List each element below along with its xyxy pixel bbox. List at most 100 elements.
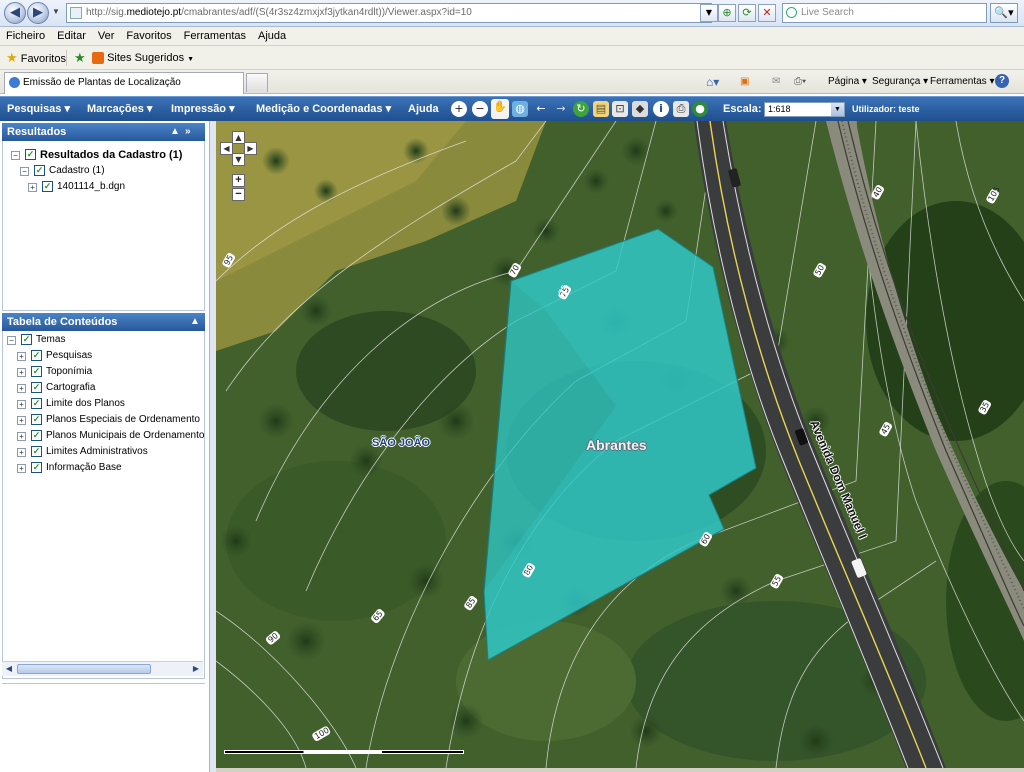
pan-right-icon[interactable]: ▶ bbox=[244, 142, 257, 155]
menu-ajuda-app[interactable]: Ajuda bbox=[408, 97, 439, 121]
pan-hand-icon[interactable]: ✋ bbox=[491, 99, 509, 119]
menu-ver[interactable]: Ver bbox=[92, 27, 121, 45]
tree-item-theme[interactable]: + ✓ Limite dos Planos bbox=[3, 396, 204, 412]
menu-medicao-coordenadas[interactable]: Medição e Coordenadas ▾ bbox=[256, 97, 391, 121]
live-search-input[interactable]: Live Search bbox=[782, 3, 987, 23]
checkbox-icon[interactable]: ✓ bbox=[31, 430, 42, 441]
menu-favoritos[interactable]: Favoritos bbox=[120, 27, 177, 45]
mail-icon[interactable]: ✉ bbox=[772, 74, 780, 90]
compatibility-icon[interactable]: ⊕ bbox=[718, 4, 736, 22]
tree-item-theme[interactable]: + ✓ Informação Base bbox=[3, 460, 204, 476]
tree-item-theme[interactable]: + ✓ Limites Administrativos bbox=[3, 444, 204, 460]
checkbox-icon[interactable]: ✓ bbox=[31, 462, 42, 473]
forward-icon[interactable]: ▶ bbox=[27, 2, 49, 24]
scroll-right-icon[interactable]: ▶ bbox=[190, 663, 202, 675]
tree-item-cadastro[interactable]: − ✓ Cadastro (1) bbox=[3, 163, 203, 179]
scroll-left-icon[interactable]: ◀ bbox=[3, 663, 15, 675]
tree-item-theme[interactable]: + ✓ Pesquisas bbox=[3, 348, 204, 364]
menu-impressao[interactable]: Impressão ▾ bbox=[171, 97, 235, 121]
feeds-icon[interactable]: ▣ bbox=[740, 74, 749, 90]
checkbox-icon[interactable]: ✓ bbox=[42, 181, 53, 192]
expand-icon[interactable]: + bbox=[17, 448, 26, 457]
checkbox-icon[interactable]: ✓ bbox=[31, 414, 42, 425]
refresh-icon[interactable]: ⟳ bbox=[738, 4, 756, 22]
checkbox-icon[interactable]: ✓ bbox=[31, 398, 42, 409]
checkbox-icon[interactable]: ✓ bbox=[31, 382, 42, 393]
menu-marcacoes[interactable]: Marcações ▾ bbox=[87, 97, 152, 121]
refresh-map-icon[interactable]: ↻ bbox=[573, 101, 589, 117]
separator bbox=[66, 50, 67, 66]
zoom-out-button[interactable]: − bbox=[232, 188, 245, 201]
tab-emissao-plantas[interactable]: Emissão de Plantas de Localização bbox=[4, 72, 244, 94]
url-field[interactable]: http://sig.mediotejo.pt/cmabrantes/adf/(… bbox=[66, 3, 712, 23]
help-icon[interactable]: ? bbox=[995, 74, 1009, 88]
expand-icon[interactable]: + bbox=[17, 464, 26, 473]
stop-icon[interactable]: ✕ bbox=[758, 4, 776, 22]
map-view[interactable]: 95 70 75 80 85 65 90 100 60 55 50 45 40 … bbox=[216, 121, 1024, 768]
checkbox-icon[interactable]: ✓ bbox=[34, 165, 45, 176]
info-icon[interactable]: i bbox=[653, 101, 669, 117]
tree-item-results-cadastro[interactable]: − ✓ Resultados da Cadastro (1) bbox=[3, 147, 203, 163]
home-icon[interactable]: ⌂▾ bbox=[706, 74, 719, 90]
favorites-button[interactable]: ★ Favoritos bbox=[6, 50, 66, 67]
browser-address-bar: ◀ ▶ ▼ http://sig.mediotejo.pt/cmabrantes… bbox=[0, 0, 1024, 27]
back-icon[interactable]: ◀ bbox=[4, 2, 26, 24]
expand-icon[interactable]: + bbox=[17, 368, 26, 377]
toc-horizontal-scrollbar[interactable]: ◀ ▶ bbox=[2, 661, 203, 676]
collapse-icon[interactable]: − bbox=[11, 151, 20, 160]
pan-down-icon[interactable]: ▼ bbox=[232, 153, 245, 166]
collapse-icon[interactable]: ▲ bbox=[170, 123, 180, 141]
print-icon[interactable]: ⎙▾ bbox=[794, 74, 806, 90]
tree-item-theme[interactable]: + ✓ Planos Municipais de Ordenamento bbox=[3, 428, 204, 444]
zoom-out-icon[interactable]: − bbox=[472, 101, 488, 117]
collapse-icon[interactable]: ▲ bbox=[190, 313, 200, 331]
scale-value: 1:618 bbox=[768, 104, 791, 114]
expand-panel-icon[interactable]: » bbox=[185, 123, 191, 141]
menu-ajuda[interactable]: Ajuda bbox=[252, 27, 292, 45]
scale-select[interactable]: 1:618 ▼ bbox=[764, 102, 845, 117]
history-dropdown-icon[interactable]: ▼ bbox=[52, 7, 60, 16]
suggested-sites-label: Sites Sugeridos bbox=[107, 52, 185, 64]
checkbox-icon[interactable]: ✓ bbox=[31, 350, 42, 361]
forward-extent-icon[interactable]: → bbox=[553, 101, 569, 117]
tree-item-temas[interactable]: − ✓ Temas bbox=[3, 332, 203, 348]
folder-icon[interactable]: ▤ bbox=[593, 101, 609, 117]
scrollbar-thumb[interactable] bbox=[17, 664, 151, 674]
menu-editar[interactable]: Editar bbox=[51, 27, 92, 45]
tree-item-theme[interactable]: + ✓ Cartografia bbox=[3, 380, 204, 396]
expand-icon[interactable]: + bbox=[17, 352, 26, 361]
add-favorite-icon[interactable]: ★ bbox=[74, 50, 86, 66]
menu-pesquisas[interactable]: Pesquisas ▾ bbox=[7, 97, 70, 121]
collapse-icon[interactable]: − bbox=[7, 336, 16, 345]
expand-icon[interactable]: + bbox=[17, 400, 26, 409]
tools-menu[interactable]: Ferramentas ▾ bbox=[930, 74, 995, 90]
tree-item-theme[interactable]: + ✓ Planos Especiais de Ordenamento bbox=[3, 412, 204, 428]
back-extent-icon[interactable]: ← bbox=[533, 101, 549, 117]
new-tab-button[interactable] bbox=[246, 73, 268, 92]
expand-icon[interactable]: + bbox=[17, 432, 26, 441]
tree-item-dgn-file[interactable]: + ✓ 1401114_b.dgn bbox=[3, 179, 203, 195]
print-map-icon[interactable]: ⎙ bbox=[673, 101, 689, 117]
checkbox-icon[interactable]: ✓ bbox=[25, 149, 36, 160]
expand-icon[interactable]: + bbox=[17, 384, 26, 393]
suggested-sites-button[interactable]: Sites Sugeridos ▼ bbox=[92, 50, 194, 68]
url-dropdown-icon[interactable]: ▼ bbox=[700, 4, 718, 22]
layers-icon[interactable]: ◆ bbox=[632, 101, 648, 117]
page-menu[interactable]: Página ▾ bbox=[828, 74, 867, 90]
tree-item-theme[interactable]: + ✓ Toponímia bbox=[3, 364, 204, 380]
menu-ficheiro[interactable]: Ficheiro bbox=[0, 27, 51, 45]
zoom-in-button[interactable]: + bbox=[232, 174, 245, 187]
globe-icon[interactable]: ● bbox=[692, 101, 708, 117]
expand-icon[interactable]: + bbox=[17, 416, 26, 425]
zoom-in-icon[interactable]: + bbox=[451, 101, 467, 117]
checkbox-icon[interactable]: ✓ bbox=[31, 446, 42, 457]
zoom-extent-icon[interactable]: ◍ bbox=[512, 101, 528, 117]
checkbox-icon[interactable]: ✓ bbox=[31, 366, 42, 377]
security-menu[interactable]: Segurança ▾ bbox=[872, 74, 928, 90]
search-go-button[interactable]: 🔍▾ bbox=[990, 3, 1018, 23]
identify-icon[interactable]: ⊡ bbox=[612, 101, 628, 117]
menu-ferramentas[interactable]: Ferramentas bbox=[178, 27, 252, 45]
checkbox-icon[interactable]: ✓ bbox=[21, 334, 32, 345]
expand-icon[interactable]: + bbox=[28, 183, 37, 192]
collapse-icon[interactable]: − bbox=[20, 167, 29, 176]
